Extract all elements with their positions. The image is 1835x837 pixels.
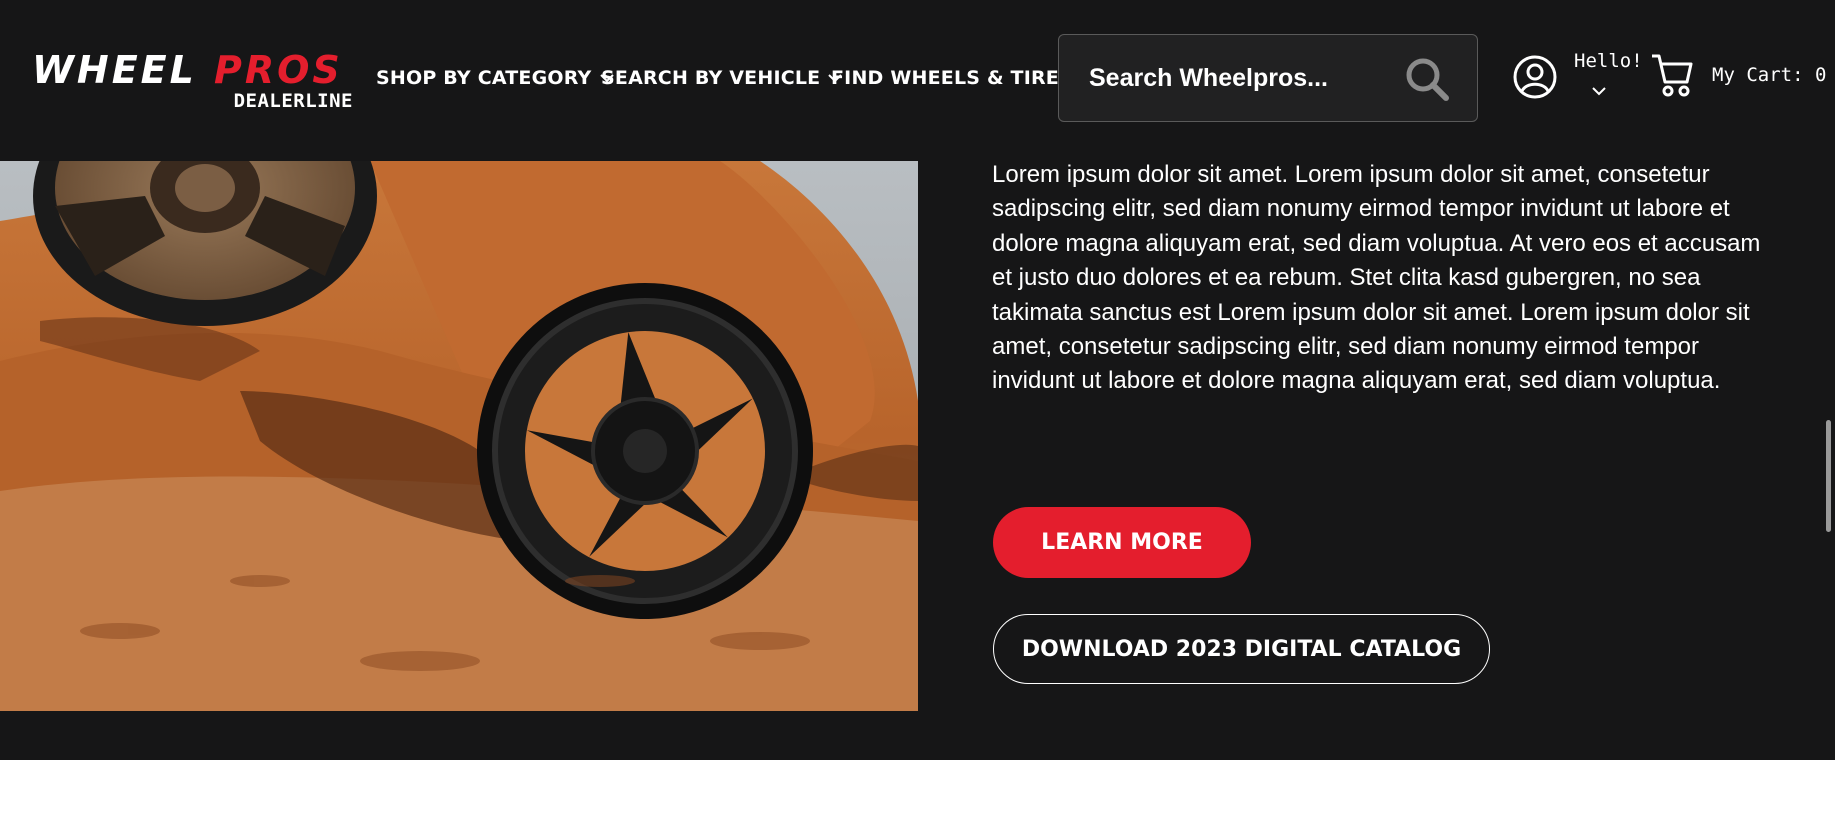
search-box [1058, 34, 1478, 122]
hero-photo [0, 161, 918, 711]
promo-paragraph: Lorem ipsum dolor sit amet. Lorem ipsum … [992, 161, 1761, 395]
download-catalog-button[interactable]: DOWNLOAD 2023 DIGITAL CATALOG [993, 614, 1490, 684]
account-greeting[interactable]: Hello! [1574, 50, 1643, 72]
search-input[interactable] [1089, 35, 1389, 121]
wheelpros-logo[interactable]: WHEEL PROS DEALERLINE [32, 50, 357, 112]
nav-label: FIND WHEELS & TIRES [831, 67, 1073, 89]
scrollbar-thumb[interactable] [1826, 420, 1831, 532]
logo-subtitle: DEALERLINE [233, 90, 353, 112]
learn-more-button[interactable]: LEARN MORE [993, 507, 1251, 578]
cart-label[interactable]: My Cart: 0 [1712, 64, 1826, 86]
nav-label: SEARCH BY VEHICLE [601, 67, 821, 89]
cart-icon[interactable] [1650, 52, 1694, 98]
user-circle-icon[interactable] [1512, 54, 1558, 100]
chevron-down-icon[interactable] [1591, 84, 1607, 98]
nav-search-by-vehicle[interactable]: SEARCH BY VEHICLE [601, 67, 843, 89]
logo-text-wheel: WHEEL [32, 48, 197, 92]
nav-shop-by-category[interactable]: SHOP BY CATEGORY [376, 67, 614, 89]
logo-text-pros: PROS [214, 48, 343, 92]
nav-label: SHOP BY CATEGORY [376, 67, 592, 89]
wheels-on-rocks-image [0, 161, 918, 711]
nav-find-wheels-tires[interactable]: FIND WHEELS & TIRES [831, 67, 1073, 89]
search-icon[interactable] [1404, 56, 1450, 102]
